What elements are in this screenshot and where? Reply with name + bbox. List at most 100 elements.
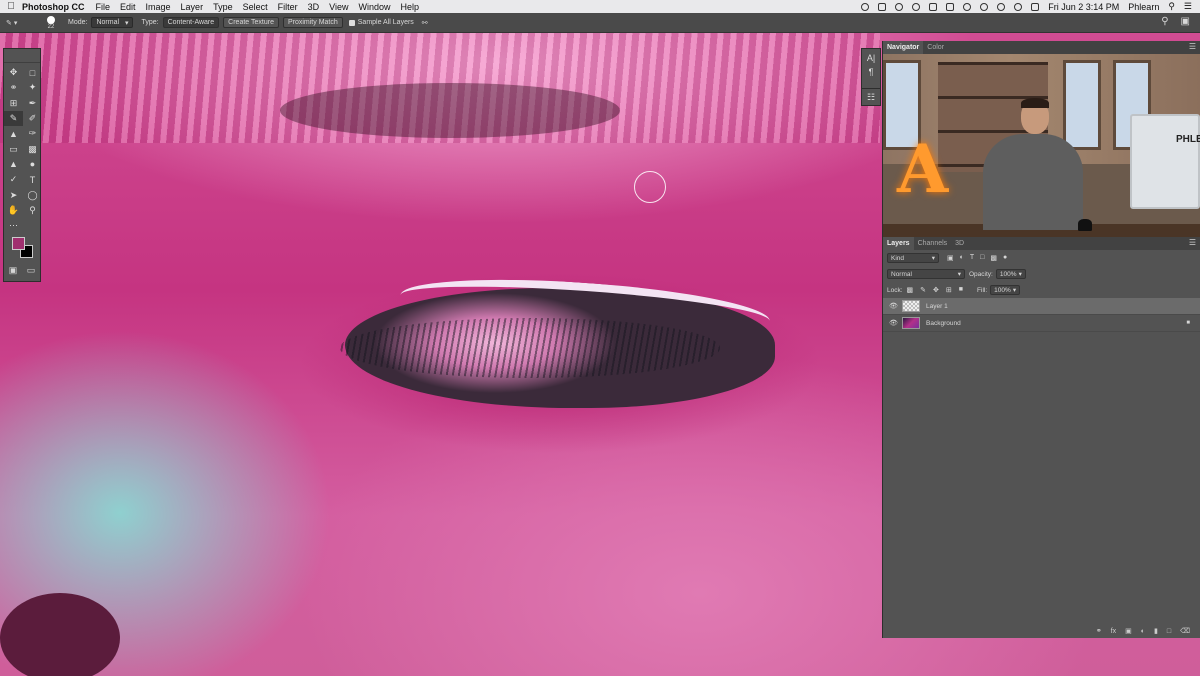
menu-image[interactable]: Image <box>146 2 171 12</box>
clone-stamp-tool-icon[interactable]: ▲ <box>4 126 23 141</box>
dodge-tool-icon[interactable]: ● <box>23 157 42 172</box>
zoom-tool-icon[interactable]: ⚲ <box>23 203 42 218</box>
brush-tool-icon[interactable]: ✐ <box>23 111 42 126</box>
menu-select[interactable]: Select <box>243 2 268 12</box>
visibility-eye-icon[interactable]: 👁 <box>889 302 899 310</box>
menu-help[interactable]: Help <box>400 2 419 12</box>
record-icon[interactable] <box>861 2 870 11</box>
eraser-tool-icon[interactable]: ▭ <box>4 141 23 156</box>
sample-all-layers-checkbox[interactable]: Sample All Layers <box>348 19 414 26</box>
menu-file[interactable]: File <box>96 2 111 12</box>
crop-tool-icon[interactable]: ⊞ <box>4 96 23 111</box>
filter-smart-object-icon[interactable]: ▩ <box>990 254 997 262</box>
lasso-tool-icon[interactable]: ⚭ <box>4 80 23 95</box>
lock-position-icon[interactable]: ✥ <box>933 286 939 294</box>
spotlight-icon[interactable]: ⚲ <box>1168 1 1175 12</box>
search-icon[interactable]: ⚲ <box>1161 16 1168 27</box>
filter-pixel-icon[interactable]: ▣ <box>947 254 954 262</box>
new-group-icon[interactable]: ▮ <box>1154 627 1158 635</box>
magic-wand-tool-icon[interactable]: ✦ <box>23 80 42 95</box>
menu-type[interactable]: Type <box>213 2 233 12</box>
panel-menu-icon[interactable]: ☰ <box>1189 238 1196 247</box>
path-selection-tool-icon[interactable]: ➤ <box>4 187 23 202</box>
screen-mode-icon[interactable]: ▭ <box>27 265 36 276</box>
app-menu[interactable]: Photoshop CC <box>22 2 85 12</box>
new-layer-icon[interactable]: □ <box>1167 628 1171 635</box>
visibility-eye-icon[interactable]: 👁 <box>889 319 899 327</box>
filter-adjustment-icon[interactable]: ◐ <box>960 254 964 262</box>
apple-icon[interactable]:  <box>0 1 22 12</box>
trash-icon[interactable]: ⌫ <box>1180 627 1190 635</box>
paragraph-panel-icon[interactable]: ¶ <box>869 67 874 77</box>
eyedropper-tool-icon[interactable]: ✒ <box>23 96 42 111</box>
adjustment-layer-icon[interactable]: ◐ <box>1141 628 1145 635</box>
lock-all-icon[interactable]: ■ <box>959 286 963 294</box>
lock-artboard-icon[interactable]: ⊞ <box>946 286 952 294</box>
menu-filter[interactable]: Filter <box>278 2 298 12</box>
workspace-icon[interactable]: ▣ <box>1181 16 1190 27</box>
content-aware-button[interactable]: Content-Aware <box>162 17 220 28</box>
mode-select[interactable]: Normal ▾ <box>91 17 134 28</box>
add-mask-icon[interactable]: ▣ <box>1125 627 1132 635</box>
brush-picker[interactable]: 22 <box>42 15 60 31</box>
time-machine-icon[interactable] <box>895 2 904 11</box>
menu-layer[interactable]: Layer <box>181 2 204 12</box>
foreground-color-swatch[interactable] <box>12 237 25 251</box>
gradient-tool-icon[interactable]: ▩ <box>23 141 42 156</box>
menu-window[interactable]: Window <box>358 2 390 12</box>
notification-center-icon[interactable]: ☰ <box>1184 1 1192 12</box>
filter-kind-select[interactable]: Kind ▾ <box>887 253 939 263</box>
menu-3d[interactable]: 3D <box>308 2 320 12</box>
tab-navigator[interactable]: Navigator <box>883 41 924 54</box>
shape-tool-icon[interactable]: ◯ <box>23 187 42 202</box>
pressure-size-icon[interactable]: ⚯ <box>422 19 428 27</box>
layer-style-icon[interactable]: fx <box>1111 628 1116 635</box>
character-panel-icon[interactable]: A| <box>867 53 875 63</box>
dropbox-icon[interactable] <box>878 2 887 11</box>
marquee-tool-icon[interactable]: □ <box>23 65 42 80</box>
app-p-icon[interactable] <box>929 2 938 11</box>
layer-row-layer-1[interactable]: 👁 Layer 1 <box>883 298 1200 315</box>
battery-icon[interactable] <box>1031 2 1040 11</box>
pen-tool-icon[interactable]: ✓ <box>4 172 23 187</box>
tab-channels[interactable]: Channels <box>914 237 952 250</box>
layer-row-background[interactable]: 👁 Background ■ <box>883 315 1200 332</box>
panel-menu-icon[interactable]: ☰ <box>1189 42 1196 51</box>
tab-color[interactable]: Color <box>923 41 948 54</box>
sync-icon[interactable] <box>963 2 972 11</box>
bluetooth-icon[interactable] <box>980 2 989 11</box>
app-b-icon[interactable] <box>946 2 955 11</box>
more-tools-icon[interactable]: ⋯ <box>4 218 23 233</box>
blur-tool-icon[interactable]: ▲ <box>4 157 23 172</box>
healing-brush-tool-icon[interactable]: ✎ <box>4 110 23 127</box>
tab-layers[interactable]: Layers <box>883 237 914 250</box>
layer-name[interactable]: Layer 1 <box>926 303 948 310</box>
volume-icon[interactable] <box>1014 2 1023 11</box>
menu-view[interactable]: View <box>329 2 348 12</box>
layer-name[interactable]: Background <box>926 320 961 327</box>
user-name[interactable]: Phlearn <box>1128 2 1159 12</box>
quick-mask-icon[interactable]: ▣ <box>9 265 18 276</box>
wifi-icon[interactable] <box>997 2 1006 11</box>
hand-tool-icon[interactable]: ✋ <box>4 203 23 218</box>
create-texture-button[interactable]: Create Texture <box>223 17 279 28</box>
link-layers-icon[interactable]: ⚭ <box>1096 627 1102 635</box>
creative-cloud-icon[interactable] <box>912 2 921 11</box>
fill-field[interactable]: 100% ▾ <box>990 285 1021 295</box>
move-tool-icon[interactable]: ✥ <box>4 65 23 80</box>
history-brush-tool-icon[interactable]: ✑ <box>23 126 42 141</box>
adjustments-panel-icon[interactable]: ☷ <box>867 92 875 103</box>
filter-toggle-icon[interactable]: ● <box>1003 254 1007 262</box>
lock-image-icon[interactable]: ✎ <box>920 286 926 294</box>
blend-mode-select[interactable]: Normal ▾ <box>887 269 965 279</box>
opacity-field[interactable]: 100% ▾ <box>995 269 1026 279</box>
proximity-match-button[interactable]: Proximity Match <box>282 17 343 28</box>
filter-type-icon[interactable]: T <box>970 254 974 262</box>
navigator-preview[interactable]: A PHLEARN <box>883 54 1200 237</box>
tab-3d[interactable]: 3D <box>951 237 968 250</box>
tool-preset-picker[interactable]: ✎ ▾ <box>6 14 36 32</box>
clock[interactable]: Fri Jun 2 3:14 PM <box>1048 2 1119 12</box>
lock-transparency-icon[interactable]: ▩ <box>907 286 914 294</box>
type-tool-icon[interactable]: T <box>23 172 42 187</box>
menu-edit[interactable]: Edit <box>120 2 136 12</box>
